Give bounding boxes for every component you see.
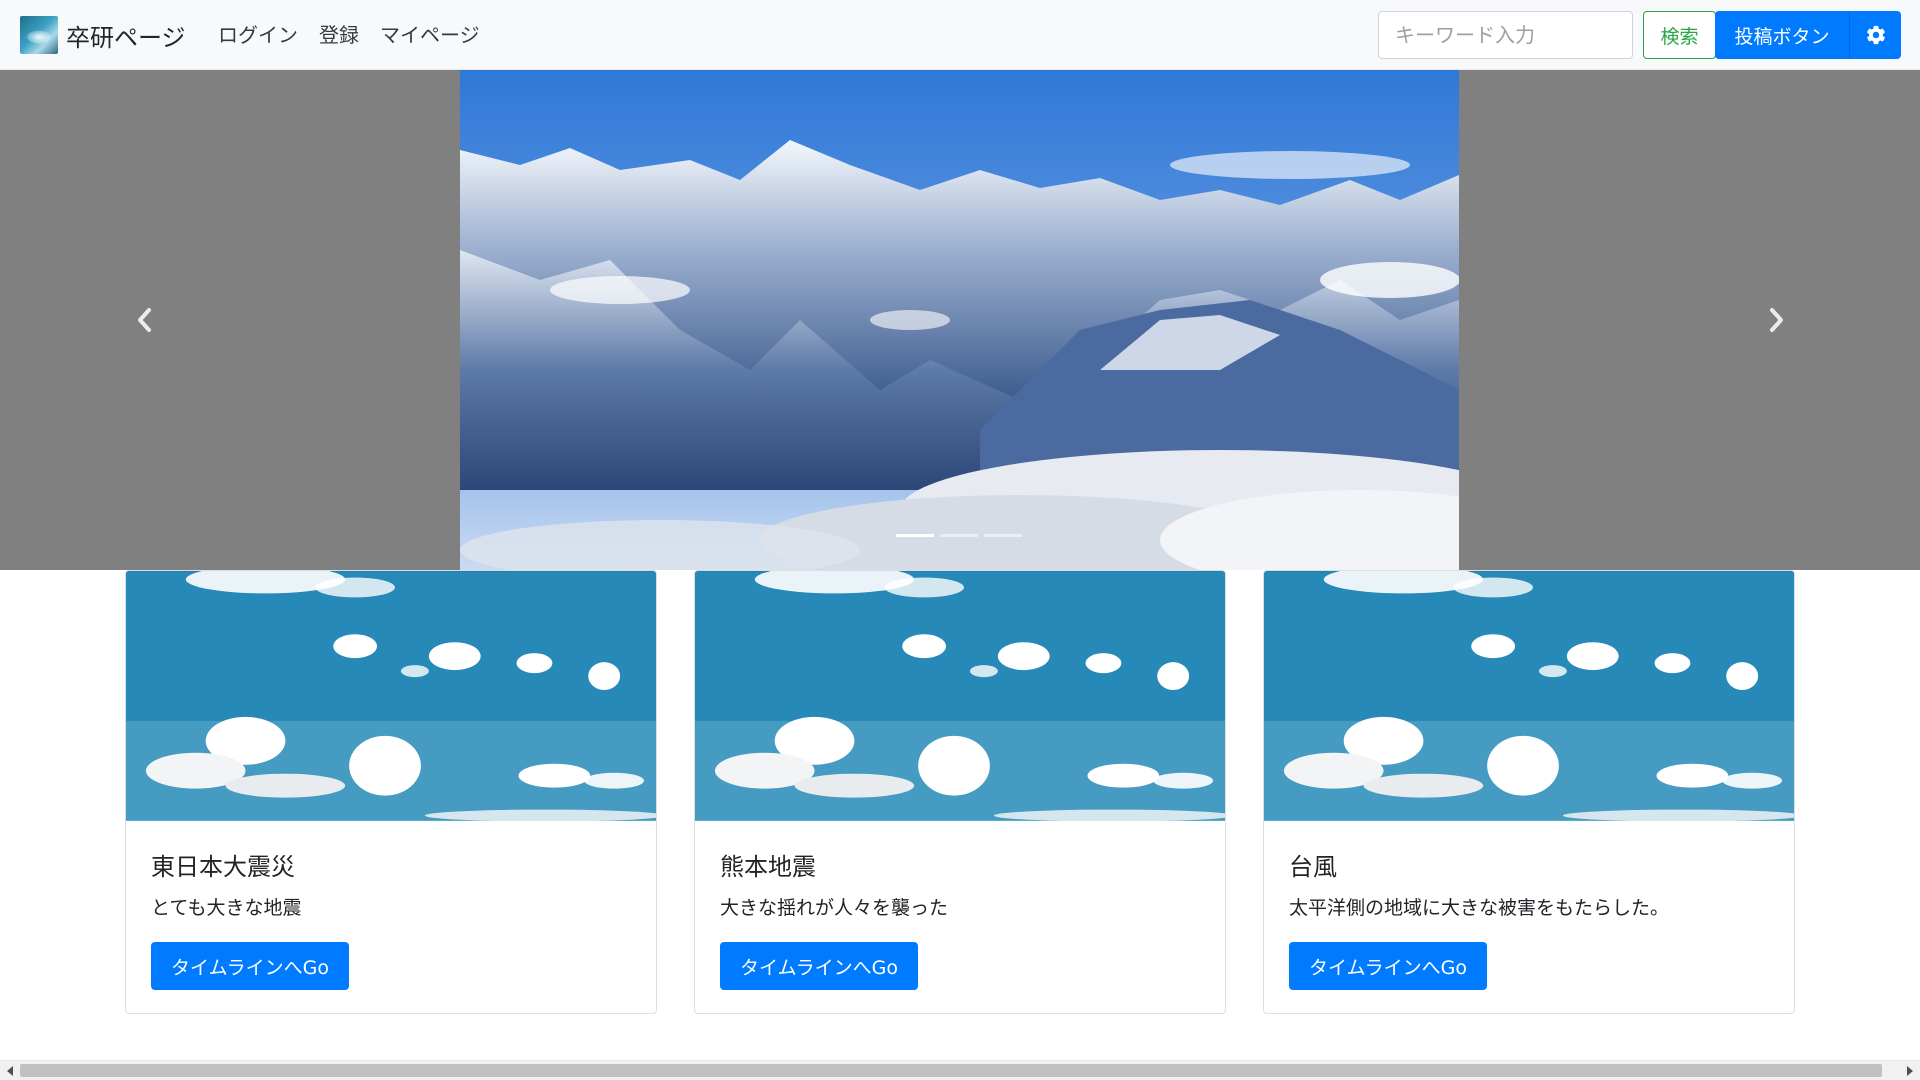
chevron-right-icon [1770, 308, 1783, 332]
card-title: 東日本大震災 [151, 853, 295, 881]
sky-clouds-image [695, 571, 1225, 821]
timeline-go-button[interactable]: タイムラインへGo [151, 942, 349, 990]
nav-mypage-link[interactable]: マイページ [380, 22, 480, 48]
card-title: 台風 [1289, 853, 1337, 881]
horizontal-scrollbar[interactable] [0, 1060, 1920, 1080]
mountain-landscape-image [460, 70, 1459, 570]
event-card-3: 台風 太平洋側の地域に大きな被害をもたらした。 タイムラインへGo [1263, 570, 1795, 1014]
post-button[interactable]: 投稿ボタン [1715, 11, 1849, 59]
carousel-indicator-1[interactable] [896, 534, 934, 537]
carousel-prev-control[interactable] [125, 300, 165, 340]
carousel-indicator-3[interactable] [984, 534, 1022, 537]
caret-right-icon [1907, 1066, 1913, 1076]
scroll-left-arrow[interactable] [4, 1065, 16, 1077]
sky-clouds-image [126, 571, 656, 821]
hero-carousel [0, 70, 1920, 570]
navbar: 卒研ページ ログイン 登録 マイページ 検索 投稿ボタン [0, 0, 1920, 70]
caret-left-icon [7, 1066, 13, 1076]
search-button[interactable]: 検索 [1643, 11, 1716, 59]
nav-register-link[interactable]: 登録 [319, 22, 359, 48]
brand-logo [20, 16, 58, 54]
brand[interactable]: 卒研ページ [20, 16, 186, 54]
scrollbar-thumb[interactable] [20, 1064, 1882, 1077]
card-text: 大きな揺れが人々を襲った [720, 897, 949, 919]
search-input[interactable] [1378, 11, 1633, 59]
carousel-slide-image [460, 70, 1459, 570]
sky-clouds-image [1264, 571, 1794, 821]
chevron-left-icon [138, 308, 151, 332]
card-title: 熊本地震 [720, 853, 816, 881]
timeline-go-button[interactable]: タイムラインへGo [720, 942, 918, 990]
settings-button[interactable] [1849, 11, 1901, 59]
nav-links: ログイン 登録 マイページ [218, 22, 480, 48]
carousel-indicator-2[interactable] [940, 534, 978, 537]
event-card-2: 熊本地震 大きな揺れが人々を襲った タイムラインへGo [694, 570, 1226, 1014]
nav-login-link[interactable]: ログイン [218, 22, 298, 48]
timeline-go-button[interactable]: タイムラインへGo [1289, 942, 1487, 990]
gear-icon [1866, 25, 1885, 45]
brand-title: 卒研ページ [66, 23, 186, 52]
event-card-1: 東日本大震災 とても大きな地震 タイムラインへGo [125, 570, 657, 1014]
card-text: 太平洋側の地域に大きな被害をもたらした。 [1289, 897, 1670, 919]
card-text: とても大きな地震 [151, 897, 302, 919]
carousel-next-control[interactable] [1756, 300, 1796, 340]
scroll-right-arrow[interactable] [1904, 1065, 1916, 1077]
carousel-indicators [896, 534, 1022, 537]
